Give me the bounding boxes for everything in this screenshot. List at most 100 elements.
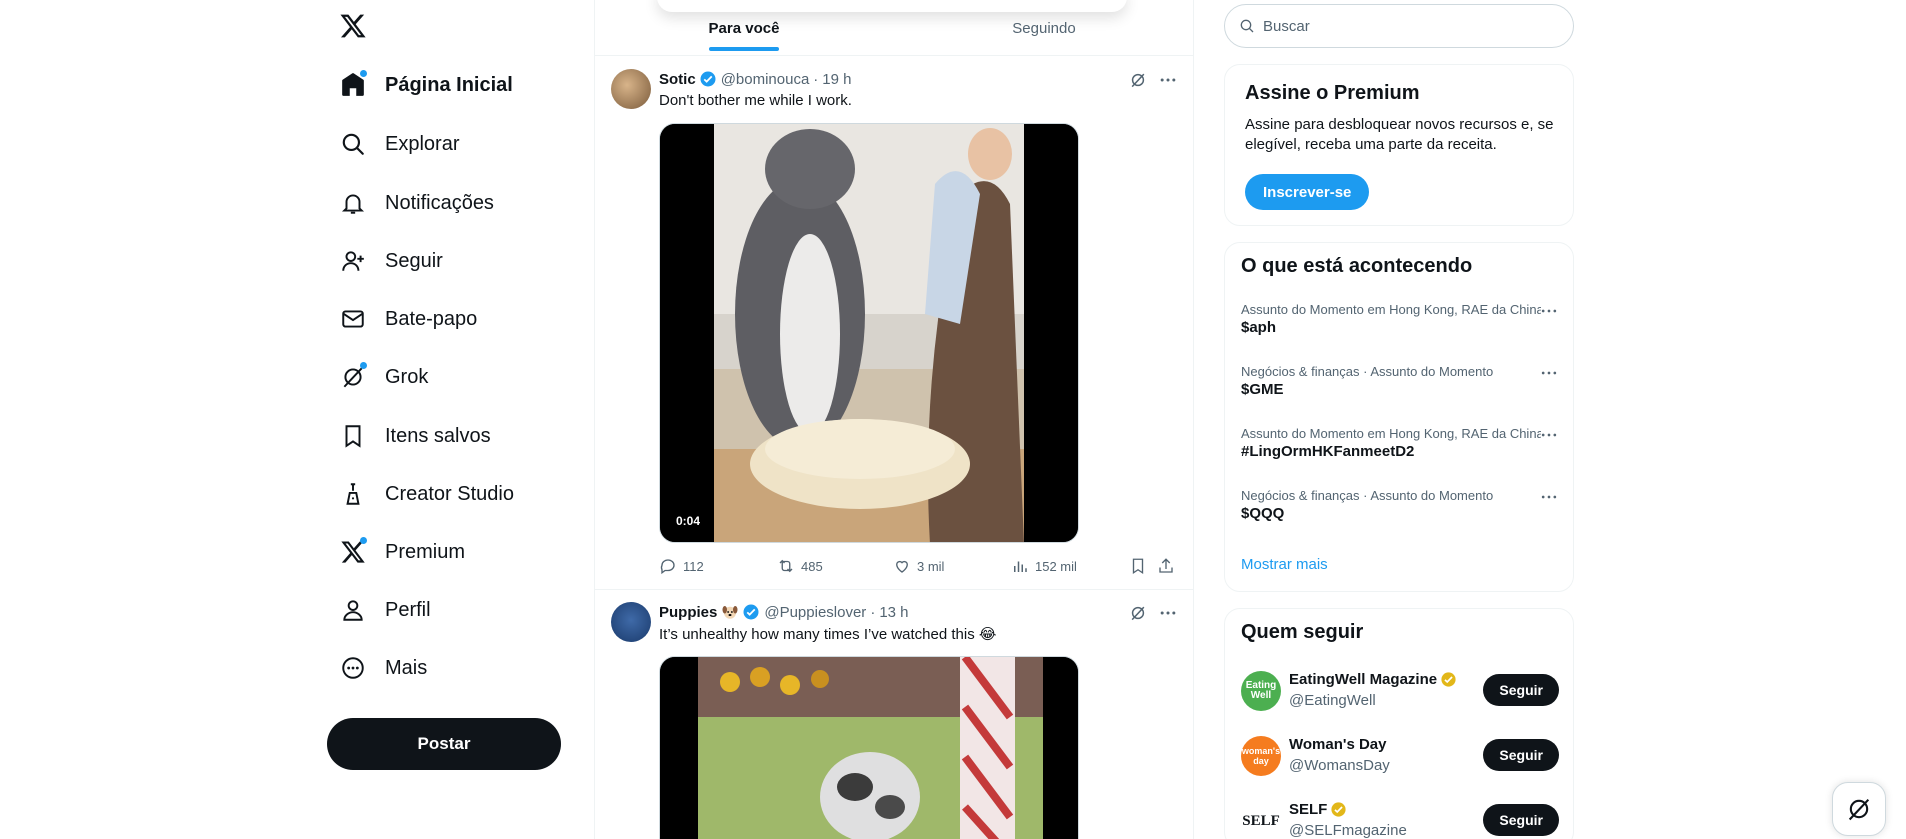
- tweet-action-bar: 112 485 3 mil 152 mil: [659, 557, 1179, 577]
- follow-suggestion[interactable]: SELF SELF @SELFmagazine Seguir: [1241, 799, 1559, 839]
- video-frame: [660, 657, 1078, 839]
- trends-card: O que está acontecendo Assunto do Moment…: [1224, 242, 1574, 592]
- sidebar-item-more[interactable]: Mais: [339, 648, 427, 688]
- bell-icon: [339, 189, 367, 217]
- search-input[interactable]: [1263, 17, 1553, 35]
- show-more-link[interactable]: Mostrar mais: [1241, 556, 1328, 573]
- notification-dot: [360, 362, 367, 369]
- heart-icon: [896, 560, 908, 573]
- search-icon: [1240, 19, 1254, 33]
- tweet-video[interactable]: 0:04: [659, 123, 1079, 543]
- tweet-top-actions: [1128, 70, 1178, 90]
- trend-item[interactable]: Assunto do Momento em Hong Kong, RAE da …: [1241, 426, 1559, 460]
- tweet-header: Sotic @bominouca · 19 h: [659, 69, 852, 89]
- active-tab-indicator: [709, 47, 779, 51]
- grok-icon[interactable]: [1128, 603, 1148, 623]
- share-icon: [1159, 558, 1173, 573]
- reply-button[interactable]: 112: [659, 557, 704, 575]
- sidebar-item-explore[interactable]: Explorar: [339, 124, 459, 164]
- avatar[interactable]: Eating Well: [1241, 671, 1281, 711]
- author-name[interactable]: Sotic: [659, 71, 696, 88]
- more-icon[interactable]: [1539, 302, 1559, 320]
- follow-suggestion[interactable]: Eating Well EatingWell Magazine @EatingW…: [1241, 669, 1559, 713]
- sidebar-item-notifications[interactable]: Notificações: [339, 183, 494, 223]
- retweet-button[interactable]: 485: [777, 557, 823, 575]
- more-icon[interactable]: [1539, 426, 1559, 444]
- person-plus-icon: [339, 247, 367, 275]
- video-duration: 0:04: [672, 512, 705, 530]
- like-button[interactable]: 3 mil: [893, 557, 944, 575]
- premium-card: Assine o Premium Assine para desbloquear…: [1224, 64, 1574, 226]
- avatar[interactable]: SELF: [1241, 801, 1281, 839]
- follow-button[interactable]: Seguir: [1483, 739, 1559, 771]
- trend-item[interactable]: Negócios & finanças · Assunto do Momento…: [1241, 488, 1559, 522]
- bookmark-button[interactable]: [1129, 557, 1153, 575]
- views-icon: [1014, 561, 1027, 572]
- account-name-text: Woman's Day: [1289, 736, 1387, 753]
- sidebar-item-chat[interactable]: Bate-papo: [339, 299, 477, 339]
- avatar[interactable]: woman's day: [1241, 736, 1281, 776]
- search-box[interactable]: [1224, 4, 1574, 48]
- avatar[interactable]: [611, 69, 651, 109]
- tweet[interactable]: Sotic @bominouca · 19 h Don't bother me …: [595, 57, 1193, 590]
- bookmark-icon: [1132, 558, 1144, 575]
- feed-tabs: Para você Seguindo: [595, 0, 1193, 56]
- tweet-video[interactable]: [659, 656, 1079, 839]
- tweet-time[interactable]: 13 h: [879, 604, 908, 621]
- grok-icon[interactable]: [1128, 70, 1148, 90]
- tweet[interactable]: Puppies @Puppieslover · 13 h It’s unheal…: [595, 590, 1193, 839]
- sidebar-item-bookmarks[interactable]: Itens salvos: [339, 416, 491, 456]
- trend-name: #LingOrmHKFanmeetD2: [1241, 443, 1415, 460]
- more-icon[interactable]: [1539, 364, 1559, 382]
- tweet-time[interactable]: 19 h: [822, 71, 851, 88]
- follow-suggestion[interactable]: woman's day Woman's Day @WomansDay Segui…: [1241, 734, 1559, 778]
- trend-meta: Assunto do Momento em Hong Kong, RAE da …: [1241, 426, 1541, 441]
- sidebar-item-home[interactable]: Página Inicial: [339, 65, 513, 105]
- verified-badge-icon: [700, 71, 716, 87]
- notification-dot: [360, 70, 367, 77]
- sidebar-item-label: Grok: [385, 365, 429, 388]
- like-count: 3 mil: [917, 558, 945, 574]
- bookmark-icon: [339, 422, 367, 450]
- sidebar-item-grok[interactable]: Grok: [339, 357, 428, 397]
- x-logo-icon[interactable]: [339, 12, 367, 40]
- premium-description: Assine para desbloquear novos recursos e…: [1245, 116, 1554, 153]
- follow-button[interactable]: Seguir: [1483, 804, 1559, 836]
- trends-title: O que está acontecendo: [1241, 255, 1473, 277]
- x-icon: [339, 537, 367, 566]
- more-icon[interactable]: [1539, 488, 1559, 506]
- views-button[interactable]: 152 mil: [1011, 557, 1077, 575]
- tab-label: Para você: [708, 19, 780, 37]
- author-handle[interactable]: @bominouca: [721, 71, 810, 88]
- grok-floating-button[interactable]: [1832, 782, 1886, 836]
- more-icon[interactable]: [1158, 70, 1178, 90]
- tab-for-you[interactable]: Para você: [595, 0, 893, 56]
- avatar[interactable]: [611, 602, 651, 642]
- sidebar-item-profile[interactable]: Perfil: [339, 590, 431, 630]
- more-circle-icon: [339, 654, 367, 682]
- account-handle: @EatingWell: [1289, 692, 1376, 709]
- tab-following[interactable]: Seguindo: [895, 0, 1193, 56]
- share-button[interactable]: [1157, 557, 1181, 575]
- author-handle[interactable]: @Puppieslover: [764, 604, 866, 621]
- post-button[interactable]: Postar: [327, 718, 561, 770]
- account-name: SELF: [1289, 801, 1347, 818]
- follow-button[interactable]: Seguir: [1483, 674, 1559, 706]
- gold-verified-badge-icon: [1331, 802, 1346, 817]
- account-name: Woman's Day: [1289, 736, 1387, 753]
- author-name[interactable]: Puppies: [659, 604, 717, 621]
- tweet-text: Don't bother me while I work.: [659, 92, 852, 109]
- trend-meta: Assunto do Momento em Hong Kong, RAE da …: [1241, 302, 1541, 317]
- sidebar-item-premium[interactable]: Premium: [339, 532, 465, 572]
- subscribe-button[interactable]: Inscrever-se: [1245, 174, 1370, 210]
- sidebar-item-label: Notificações: [385, 191, 494, 214]
- trend-item[interactable]: Negócios & finanças · Assunto do Momento…: [1241, 364, 1559, 398]
- main-feed: Para você Seguindo Sotic @bominouca · 19…: [594, 0, 1194, 839]
- trend-item[interactable]: Assunto do Momento em Hong Kong, RAE da …: [1241, 302, 1559, 336]
- sidebar-item-label: Seguir: [385, 249, 443, 272]
- sidebar-item-creator-studio[interactable]: Creator Studio: [339, 474, 514, 514]
- trend-meta: Negócios & finanças · Assunto do Momento: [1241, 364, 1494, 379]
- sidebar-item-follow[interactable]: Seguir: [339, 241, 443, 281]
- sidebar-item-label: Mais: [385, 656, 428, 679]
- more-icon[interactable]: [1158, 603, 1178, 623]
